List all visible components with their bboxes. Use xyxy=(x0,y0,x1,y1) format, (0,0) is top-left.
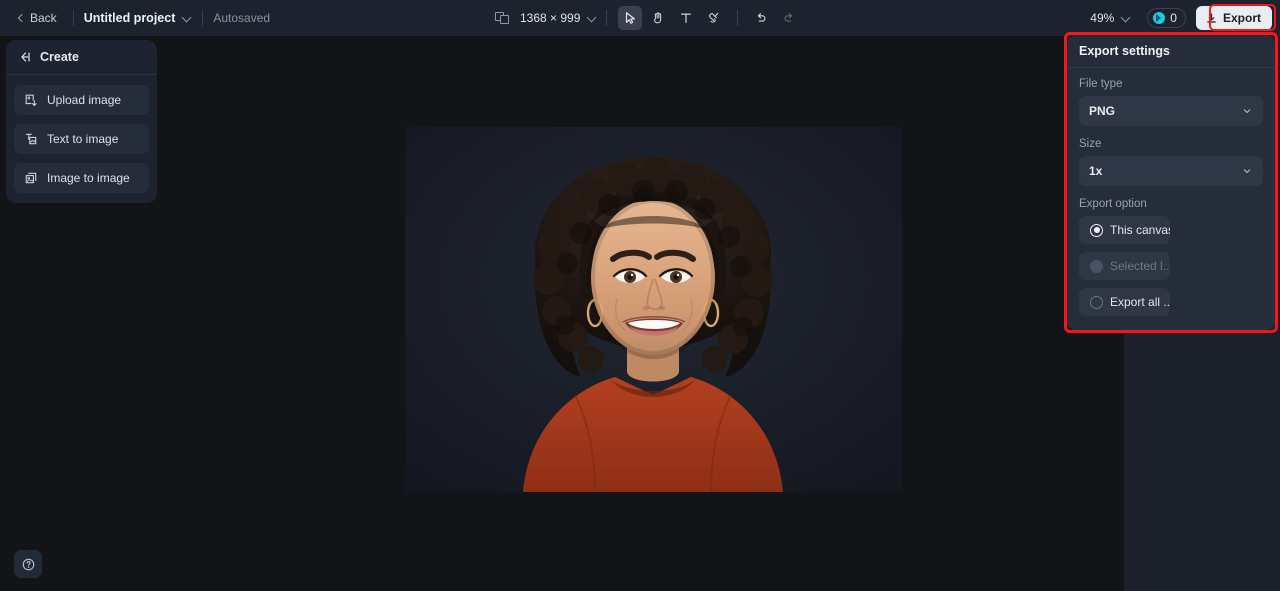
sidebar-item-label: Text to image xyxy=(47,132,119,146)
credit-coin-icon xyxy=(1153,12,1166,24)
sidebar-item-list: Upload image Text to image Image to imag… xyxy=(6,75,157,193)
export-option-label-text: Export all ... xyxy=(1110,295,1170,309)
export-option-group: This canvas Selected l... Export all ... xyxy=(1079,216,1263,316)
chevron-down-icon xyxy=(1243,109,1251,114)
export-option-this-canvas[interactable]: This canvas xyxy=(1079,216,1170,244)
project-menu-chevron-down-icon[interactable] xyxy=(182,13,192,23)
size-value: 1x xyxy=(1089,164,1103,178)
zoom-chevron-down-icon[interactable] xyxy=(1121,13,1131,23)
undo-button[interactable] xyxy=(749,6,773,30)
credits-count: 0 xyxy=(1170,11,1177,25)
export-panel-header: Export settings xyxy=(1067,35,1275,68)
toolbar-divider xyxy=(72,10,74,26)
canvas-dimensions[interactable]: 1368 × 999 xyxy=(520,11,580,25)
file-type-value: PNG xyxy=(1089,104,1116,118)
autosaved-status: Autosaved xyxy=(213,11,271,25)
cursor-icon xyxy=(626,12,636,24)
export-option-label-text: Selected l... xyxy=(1110,259,1170,273)
sidebar-title: Create xyxy=(40,50,79,64)
export-panel-title: Export settings xyxy=(1079,44,1170,58)
top-toolbar: Back Untitled project Autosaved 1368 × 9… xyxy=(0,0,1280,36)
text-tool-button[interactable] xyxy=(674,6,698,30)
brush-icon xyxy=(709,12,719,23)
radio-unselected-icon xyxy=(1090,295,1103,309)
download-icon xyxy=(1207,12,1216,23)
help-button[interactable] xyxy=(14,550,42,578)
sidebar-item-label: Image to image xyxy=(47,171,130,185)
toolbar-divider xyxy=(202,10,204,26)
image-editor-app: Back Untitled project Autosaved 1368 × 9… xyxy=(0,0,1280,591)
canvas-size-chevron-down-icon[interactable] xyxy=(587,13,597,23)
zoom-level[interactable]: 49% xyxy=(1090,11,1114,25)
file-type-label: File type xyxy=(1079,78,1123,90)
create-sidebar: Create Upload image Text to image Image … xyxy=(6,40,157,203)
redo-button[interactable] xyxy=(777,6,801,30)
brush-tool-button[interactable] xyxy=(702,6,726,30)
export-option-label: Export option xyxy=(1079,198,1147,210)
toolbar-divider xyxy=(606,10,608,26)
size-select[interactable]: 1x xyxy=(1079,156,1263,186)
collapse-panel-icon xyxy=(21,52,30,62)
canvas-size-icon xyxy=(495,10,511,26)
back-button[interactable]: Back xyxy=(10,7,63,29)
chevron-down-icon xyxy=(1243,169,1251,174)
hand-icon xyxy=(654,12,662,24)
sidebar-item-label: Upload image xyxy=(47,93,122,107)
radio-selected-icon xyxy=(1090,223,1103,237)
help-circle-icon xyxy=(22,558,34,570)
sidebar-item-text-to-image[interactable]: Text to image xyxy=(14,124,149,154)
back-button-label: Back xyxy=(30,11,57,25)
portrait-image[interactable] xyxy=(405,127,902,492)
size-label: Size xyxy=(1079,138,1102,150)
text-to-image-icon xyxy=(25,133,37,145)
export-option-selected-layer[interactable]: Selected l... xyxy=(1079,252,1170,280)
upload-image-icon xyxy=(25,94,37,106)
export-button-label: Export xyxy=(1222,11,1261,25)
text-icon xyxy=(681,13,692,23)
chevron-left-icon xyxy=(16,14,25,23)
export-button[interactable]: Export xyxy=(1195,6,1272,30)
export-option-export-all[interactable]: Export all ... xyxy=(1079,288,1170,316)
undo-icon xyxy=(758,13,766,22)
image-to-image-icon xyxy=(25,172,37,184)
export-panel-body: File type PNG Size 1x Export option This… xyxy=(1067,68,1275,330)
file-type-select[interactable]: PNG xyxy=(1079,96,1263,126)
toolbar-divider xyxy=(737,10,739,26)
export-option-label-text: This canvas xyxy=(1110,223,1170,237)
toolbar-left-group: Back Untitled project Autosaved xyxy=(0,0,270,36)
radio-unselected-icon xyxy=(1090,259,1103,273)
select-tool-button[interactable] xyxy=(618,6,643,30)
redo-icon xyxy=(784,13,793,22)
sidebar-item-upload-image[interactable]: Upload image xyxy=(14,85,149,115)
sidebar-item-image-to-image[interactable]: Image to image xyxy=(14,163,149,193)
toolbar-center-group: 1368 × 999 xyxy=(495,0,803,36)
credits-badge[interactable]: 0 xyxy=(1147,8,1186,28)
hand-tool-button[interactable] xyxy=(646,6,670,30)
project-name[interactable]: Untitled project xyxy=(84,11,176,25)
artboard[interactable] xyxy=(405,127,902,492)
sidebar-header[interactable]: Create xyxy=(6,40,157,75)
export-settings-panel: Export settings File type PNG Size 1x Ex… xyxy=(1067,35,1275,330)
toolbar-right-group: 49% 0 Export xyxy=(1090,0,1272,36)
